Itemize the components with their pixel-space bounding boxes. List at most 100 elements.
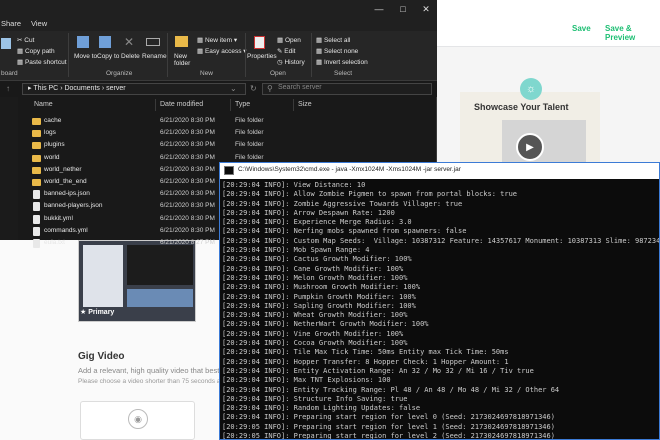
explorer-titlebar: — □ ✕ xyxy=(0,0,437,18)
group-label-organize: Organize xyxy=(106,70,133,77)
console-line: [20:29:04 INFO]: Mushroom Growth Modifie… xyxy=(222,283,421,292)
gig-video-hint: Please choose a video shorter than 75 se… xyxy=(78,378,228,385)
group-label-open: Open xyxy=(270,70,286,77)
edit-icon: ✎ xyxy=(277,48,283,55)
column-header-type[interactable]: Type xyxy=(235,101,250,108)
tab-share[interactable]: Share xyxy=(1,19,21,28)
properties-button[interactable]: Properties xyxy=(247,53,277,60)
rename-button[interactable]: Rename xyxy=(142,53,167,60)
open-button[interactable]: ▦ Open xyxy=(277,36,301,44)
copy-to-icon xyxy=(99,36,111,48)
row-date: 6/21/2020 8:30 PM xyxy=(160,226,215,234)
breadcrumb-documents[interactable]: Documents xyxy=(64,85,99,92)
paste-icon[interactable] xyxy=(1,38,11,49)
select-all-button[interactable]: ▦ Select all xyxy=(316,36,350,44)
search-icon: ⚲ xyxy=(267,84,273,93)
invert-selection-label: Invert selection xyxy=(323,59,368,66)
minimize-icon[interactable]: — xyxy=(372,3,386,15)
select-none-label: Select none xyxy=(323,48,359,55)
move-to-button[interactable]: Move to xyxy=(74,53,97,60)
copy-path-button[interactable]: ▦ Copy path xyxy=(17,47,55,55)
console-line: [20:29:04 INFO]: Wheat Growth Modifier: … xyxy=(222,311,408,320)
close-icon[interactable]: ✕ xyxy=(419,3,433,15)
console-line: [20:29:04 INFO]: Sapling Growth Modifier… xyxy=(222,301,416,310)
primary-label: Primary xyxy=(88,309,115,316)
command-prompt-window: C:\Windows\System32\cmd.exe - java -Xmx1… xyxy=(219,162,660,440)
navigation-pane[interactable] xyxy=(0,97,18,240)
ribbon-divider xyxy=(68,33,69,77)
search-placeholder: Search server xyxy=(278,84,322,91)
cut-button[interactable]: ✂ Cut xyxy=(17,36,34,44)
save-button[interactable]: Save xyxy=(572,24,591,33)
breadcrumb-server[interactable]: server xyxy=(106,85,125,92)
play-icon[interactable]: ▶ xyxy=(516,133,544,161)
easy-access-button[interactable]: ▦ Easy access ▾ xyxy=(197,47,247,55)
copy-to-button[interactable]: Copy to xyxy=(97,53,119,60)
delete-button[interactable]: Delete xyxy=(121,53,140,60)
ribbon-divider xyxy=(167,33,168,77)
maximize-icon[interactable]: □ xyxy=(396,3,410,15)
folder-icon xyxy=(32,142,41,150)
folder-icon xyxy=(32,130,41,138)
tab-view[interactable]: View xyxy=(31,19,47,28)
folder-icon xyxy=(32,154,41,162)
ribbon-tabs: Share View xyxy=(0,18,437,31)
lightbulb-icon: ☼ xyxy=(520,78,542,100)
row-date: 6/21/2020 8:30 PM xyxy=(160,129,215,137)
copy-path-label: Copy path xyxy=(24,48,55,55)
cut-label: Cut xyxy=(24,37,35,44)
invert-selection-button[interactable]: ▦ Invert selection xyxy=(316,58,368,66)
cmd-output[interactable]: [20:29:04 INFO]: View Distance: 10 [20:29… xyxy=(222,181,659,439)
row-name: banned-players.json xyxy=(44,202,103,210)
cmd-titlebar[interactable]: C:\Windows\System32\cmd.exe - java -Xmx1… xyxy=(220,163,659,179)
column-header-date[interactable]: Date modified xyxy=(160,101,203,108)
row-name: eula.txt xyxy=(44,239,65,246)
select-none-button[interactable]: ▦ Select none xyxy=(316,47,358,55)
column-divider[interactable] xyxy=(230,99,231,111)
edit-button[interactable]: ✎ Edit xyxy=(277,47,295,55)
new-folder-button[interactable]: New folder xyxy=(174,53,194,67)
webpage-topbar xyxy=(437,0,660,12)
select-none-icon: ▦ xyxy=(316,48,323,55)
console-line: [20:29:04 INFO]: Arrow Despawn Rate: 120… xyxy=(222,208,395,217)
column-divider[interactable] xyxy=(155,99,156,111)
open-label: Open xyxy=(284,37,301,44)
console-line: [20:29:04 INFO]: Cane Growth Modifier: 1… xyxy=(222,264,404,273)
delete-icon: ✕ xyxy=(124,35,135,49)
properties-icon xyxy=(254,36,265,49)
file-icon xyxy=(33,239,40,248)
open-icon: ▦ xyxy=(277,37,284,44)
new-item-icon: ▦ xyxy=(197,37,204,44)
gig-video-description: Add a relevant, high quality video that … xyxy=(78,366,226,375)
console-line: [20:29:04 INFO]: Custom Map Seeds: Villa… xyxy=(222,236,659,245)
console-line: [20:29:04 INFO]: Melon Growth Modifier: … xyxy=(222,273,408,282)
console-line: [20:29:04 INFO]: Entity Tracking Range: … xyxy=(222,385,560,394)
console-line: [20:29:04 INFO]: Vine Growth Modifier: 1… xyxy=(222,329,404,338)
new-item-button[interactable]: ▦ New item ▾ xyxy=(197,36,237,44)
up-arrow-icon[interactable]: ↑ xyxy=(6,84,10,93)
row-date: 6/21/2020 8:27 PM xyxy=(160,239,215,246)
paste-shortcut-icon: ▦ xyxy=(17,59,24,66)
dropdown-chevron-icon[interactable]: ⌄ xyxy=(230,84,237,93)
refresh-icon[interactable]: ↻ xyxy=(250,84,257,93)
column-divider[interactable] xyxy=(293,99,294,111)
console-line: [20:29:04 INFO]: Nerfing mobs spawned fr… xyxy=(222,227,467,236)
row-date: 6/21/2020 8:30 PM xyxy=(160,190,215,198)
column-header-size[interactable]: Size xyxy=(298,101,312,108)
copy-path-icon: ▦ xyxy=(17,48,24,55)
new-folder-icon xyxy=(175,36,188,47)
history-button[interactable]: ◷ History xyxy=(277,58,305,66)
paste-shortcut-button[interactable]: ▦ Paste shortcut xyxy=(17,58,67,66)
save-preview-button[interactable]: Save & Preview xyxy=(605,24,660,42)
console-line: [20:29:05 INFO]: Preparing start region … xyxy=(222,422,555,431)
new-item-label: New item xyxy=(204,37,233,44)
row-name: commands.yml xyxy=(44,226,88,234)
console-line: [20:29:04 INFO]: Experience Merge Radius… xyxy=(222,218,412,227)
easy-access-icon: ▦ xyxy=(197,48,204,55)
row-name: cache xyxy=(44,117,62,124)
file-icon xyxy=(33,214,40,224)
column-header-name[interactable]: Name xyxy=(34,101,53,108)
breadcrumb[interactable]: ▸ This PC › Documents › server xyxy=(28,84,126,92)
paste-shortcut-label: Paste shortcut xyxy=(24,59,67,66)
breadcrumb-this-pc[interactable]: This PC xyxy=(33,85,58,92)
